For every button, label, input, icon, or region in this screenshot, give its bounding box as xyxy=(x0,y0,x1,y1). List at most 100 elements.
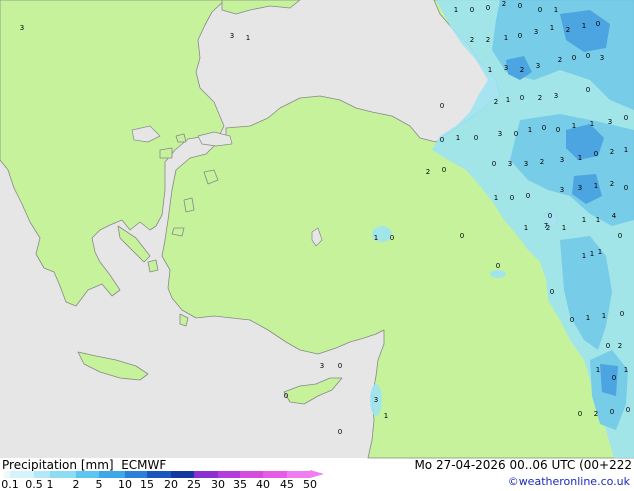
cell-value: 0 xyxy=(612,374,616,382)
colorbar-tick-label: 40 xyxy=(256,478,270,491)
cell-value: 2 xyxy=(470,36,474,44)
colorbar-swatch xyxy=(125,471,147,478)
colorbar-swatch xyxy=(34,471,50,478)
cell-value: 1 xyxy=(454,6,458,14)
cell-value: 1 xyxy=(590,120,594,128)
cell-value: 0 xyxy=(618,232,622,240)
cell-value: 3 xyxy=(320,362,324,370)
cell-value: 2 xyxy=(558,56,562,64)
cell-value: 0 xyxy=(538,6,542,14)
cell-value: 7 xyxy=(544,222,548,230)
cell-value: 0 xyxy=(620,310,624,318)
cell-value: 3 xyxy=(554,92,558,100)
colorbar-swatch xyxy=(147,471,171,478)
cell-value: 3 xyxy=(524,160,528,168)
colorbar-swatch xyxy=(218,471,240,478)
colorbar-swatch xyxy=(76,471,99,478)
colorbar-swatch xyxy=(240,471,263,478)
cell-value: 0 xyxy=(442,166,446,174)
colorbar-tick-label: 0.5 xyxy=(25,478,43,491)
cell-value: 0 xyxy=(440,102,444,110)
cell-value: 1 xyxy=(582,252,586,260)
cell-value: 3 xyxy=(374,396,378,404)
colorbar-tick-label: 30 xyxy=(211,478,225,491)
cell-value: 0 xyxy=(578,410,582,418)
cell-value: 2 xyxy=(502,0,506,8)
cell-value: 3 xyxy=(498,130,502,138)
cell-value: 0 xyxy=(594,150,598,158)
cell-value: 0 xyxy=(606,342,610,350)
cell-value: 0 xyxy=(626,406,630,414)
cell-value: 0 xyxy=(514,130,518,138)
cell-value: 1 xyxy=(602,312,606,320)
cell-value: 1 xyxy=(590,250,594,258)
cell-value: 3 xyxy=(504,64,508,72)
precip-cell-syria xyxy=(490,270,506,278)
cell-value: 1 xyxy=(246,34,250,42)
cell-value: 1 xyxy=(374,234,378,242)
cell-value: 3 xyxy=(534,28,538,36)
cell-value: 1 xyxy=(562,224,566,232)
cell-value: 2 xyxy=(538,94,542,102)
naxos-island xyxy=(147,259,159,273)
cell-value: 0 xyxy=(460,232,464,240)
cell-value: 1 xyxy=(572,122,576,130)
cell-value: 2 xyxy=(520,66,524,74)
cell-value: 1 xyxy=(384,412,388,420)
colorbar-tick-label: 0.1 xyxy=(1,478,19,491)
cell-value: 1 xyxy=(596,366,600,374)
cell-value: 2 xyxy=(486,36,490,44)
colorbar-swatch xyxy=(171,471,194,478)
cell-value: 0 xyxy=(470,6,474,14)
cell-value: 0 xyxy=(338,362,342,370)
colorbar-swatch xyxy=(50,471,76,478)
cell-value: 2 xyxy=(426,168,430,176)
cell-value: 0 xyxy=(610,408,614,416)
colorbar-tick-label: 45 xyxy=(280,478,294,491)
cell-value: 2 xyxy=(610,148,614,156)
cell-value: 0 xyxy=(548,212,552,220)
colorbar-tick-label: 15 xyxy=(140,478,154,491)
legend-date-label: Mo 27-04-2026 00..06 UTC (00+222 xyxy=(414,458,632,472)
cell-value: 0 xyxy=(586,86,590,94)
colorbar-tick-label: 5 xyxy=(95,478,103,491)
cell-value: 3 xyxy=(536,62,540,70)
legend-title: Precipitation [mm] ECMWF xyxy=(2,458,167,472)
legend-colorbar xyxy=(4,470,324,478)
colorbar-arrow xyxy=(310,470,324,478)
cell-value: 1 xyxy=(488,66,492,74)
cell-value: 1 xyxy=(582,216,586,224)
colorbar-swatch xyxy=(287,471,310,478)
cell-value: 3 xyxy=(560,186,564,194)
cell-value: 2 xyxy=(494,98,498,106)
cell-value: 3 xyxy=(600,54,604,62)
colorbar-tick-label: 35 xyxy=(233,478,247,491)
cell-value: 1 xyxy=(554,6,558,14)
cell-value: 0 xyxy=(624,184,628,192)
colorbar-tick-label: 25 xyxy=(187,478,201,491)
cell-value: 0 xyxy=(570,316,574,324)
cell-value: 0 xyxy=(486,4,490,12)
cell-value: 0 xyxy=(390,234,394,242)
cell-value: 1 xyxy=(550,24,554,32)
cell-value: 0 xyxy=(572,54,576,62)
cell-value: 2 xyxy=(618,342,622,350)
cell-value: 3 xyxy=(560,156,564,164)
cell-value: 0 xyxy=(496,262,500,270)
credit-link[interactable]: ©weatheronline.co.uk xyxy=(508,475,630,488)
cell-value: 3 xyxy=(608,118,612,126)
cell-value: 1 xyxy=(456,134,460,142)
cell-value: 0 xyxy=(474,134,478,142)
cell-value: 1 xyxy=(506,96,510,104)
precip-cell-mesopotamia xyxy=(540,244,556,272)
cell-value: 1 xyxy=(596,216,600,224)
cell-value: 1 xyxy=(504,34,508,42)
cell-value: 0 xyxy=(542,124,546,132)
cell-value: 1 xyxy=(586,314,590,322)
cell-value: 0 xyxy=(596,20,600,28)
cell-value: 0 xyxy=(284,392,288,400)
cell-value: 1 xyxy=(578,154,582,162)
cell-value: 3 xyxy=(230,32,234,40)
cell-value: 0 xyxy=(440,136,444,144)
cell-value: 1 xyxy=(528,126,532,134)
